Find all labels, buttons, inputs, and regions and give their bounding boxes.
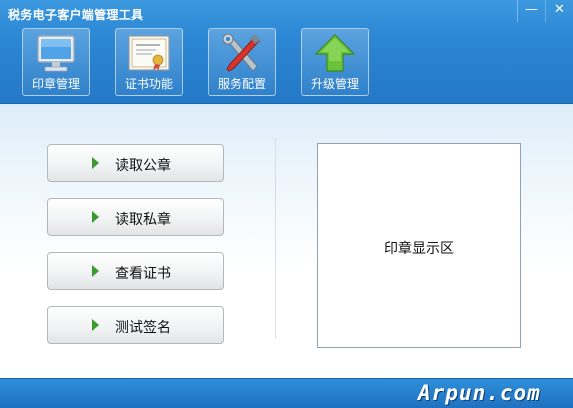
play-arrow-icon xyxy=(92,157,99,169)
toolbar-service-config[interactable]: 服务配置 xyxy=(208,28,276,96)
status-bar: Arpun.com xyxy=(0,378,573,408)
title-bar: 税务电子客户端管理工具 — ✕ 印章管理 证书功能 服务配置 升级管理 xyxy=(0,0,573,104)
view-certificate-button[interactable]: 查看证书 xyxy=(47,252,224,290)
minimize-button[interactable]: — xyxy=(517,0,545,22)
button-label: 查看证书 xyxy=(115,266,171,282)
seal-display-area: 印章显示区 xyxy=(317,143,521,348)
watermark: Arpun.com xyxy=(418,381,541,405)
tools-icon xyxy=(222,33,260,72)
test-signature-button[interactable]: 测试签名 xyxy=(47,306,224,344)
toolbar-upgrade-management[interactable]: 升级管理 xyxy=(301,28,369,96)
monitor-icon xyxy=(37,35,75,72)
toolbar-label: 升级管理 xyxy=(310,77,359,91)
toolbar-label: 证书功能 xyxy=(124,77,173,91)
read-public-seal-button[interactable]: 读取公章 xyxy=(47,144,224,182)
toolbar-label: 印章管理 xyxy=(31,77,80,91)
play-arrow-icon xyxy=(92,319,99,331)
toolbar-seal-management[interactable]: 印章管理 xyxy=(22,28,90,96)
seal-display-label: 印章显示区 xyxy=(384,241,454,257)
play-arrow-icon xyxy=(92,265,99,277)
toolbar-label: 服务配置 xyxy=(217,77,266,91)
read-private-seal-button[interactable]: 读取私章 xyxy=(47,198,224,236)
toolbar-certificate-functions[interactable]: 证书功能 xyxy=(115,28,183,96)
panel-divider xyxy=(275,138,276,338)
play-arrow-icon xyxy=(92,211,99,223)
up-arrow-icon xyxy=(314,34,356,72)
close-button[interactable]: ✕ xyxy=(545,0,573,22)
button-label: 测试签名 xyxy=(115,320,171,336)
certificate-icon xyxy=(128,35,170,71)
window-title: 税务电子客户端管理工具 xyxy=(8,8,144,22)
button-label: 读取公章 xyxy=(115,158,171,174)
button-label: 读取私章 xyxy=(115,212,171,228)
